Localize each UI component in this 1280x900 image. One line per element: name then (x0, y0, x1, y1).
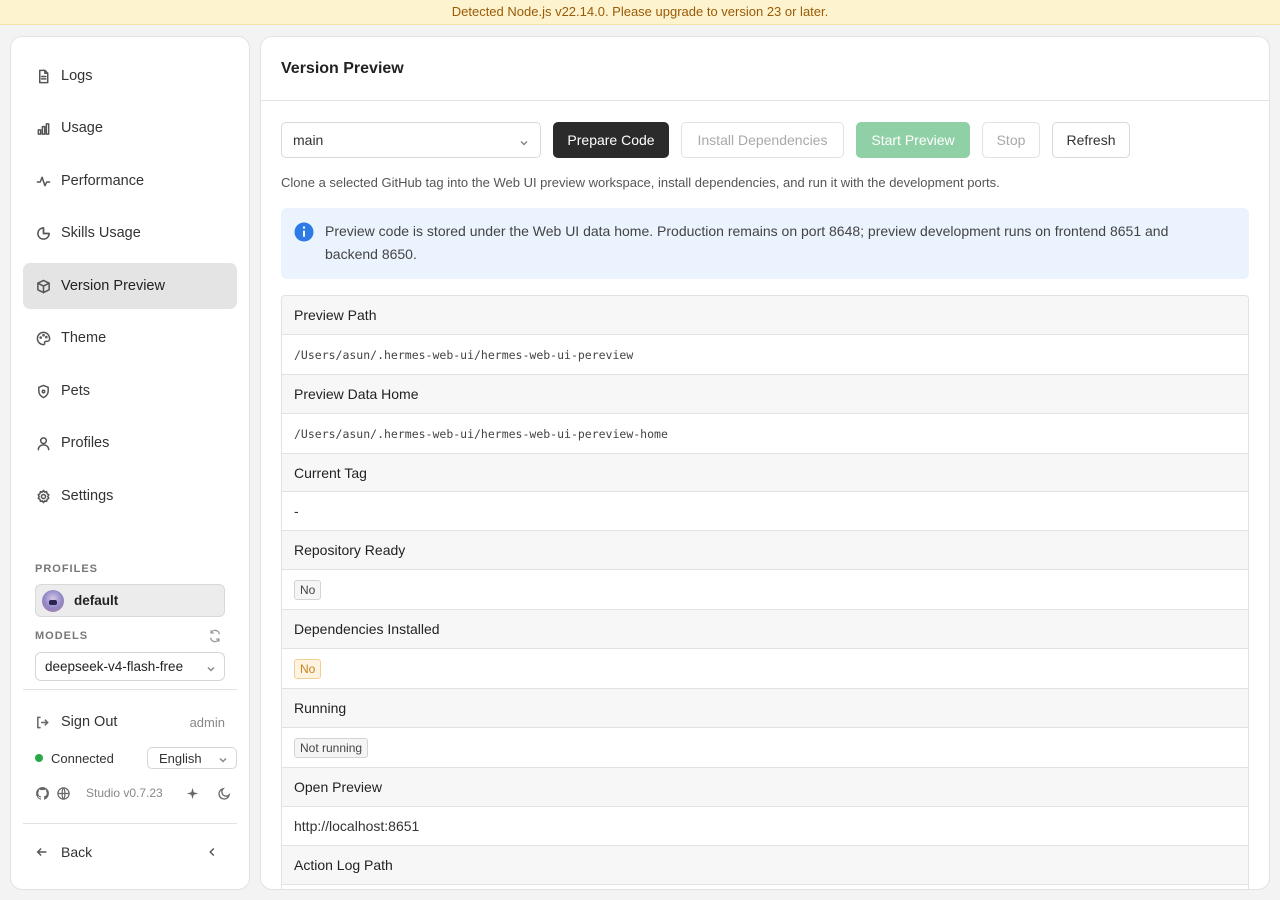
bar-chart-icon (35, 120, 51, 136)
package-icon (35, 278, 51, 294)
tag-select[interactable]: main (281, 122, 541, 158)
status-dot (35, 754, 43, 762)
tag-select-value: main (293, 132, 324, 148)
refresh-button[interactable]: Refresh (1052, 122, 1130, 158)
sidebar-divider (23, 689, 237, 690)
stop-button[interactable]: Stop (982, 122, 1040, 158)
chevron-down-icon (519, 135, 529, 146)
status-badge: No (294, 658, 322, 679)
install-dependencies-button[interactable]: Install Dependencies (681, 122, 844, 158)
file-text-icon (35, 68, 51, 84)
moon-icon[interactable] (217, 786, 232, 801)
connection-status: Connected English (35, 747, 237, 769)
table-row-value: No (282, 570, 1248, 610)
globe-icon[interactable] (56, 786, 71, 801)
chevron-down-icon (206, 662, 216, 672)
preview-details-table: Preview Path /Users/asun/.hermes-web-ui/… (281, 295, 1249, 889)
main-panel: Version Preview main Prepare Code Instal… (260, 36, 1270, 890)
back-button[interactable]: Back (35, 841, 231, 863)
pie-chart-icon (35, 225, 51, 241)
sidebar-item-theme[interactable]: Theme (23, 315, 237, 361)
sidebar-item-label: Usage (61, 120, 103, 136)
profiles-section-label: PROFILES (35, 563, 99, 575)
page-header: Version Preview (261, 37, 1269, 101)
collapse-sidebar-icon[interactable] (205, 845, 219, 859)
table-row-label: Dependencies Installed (282, 610, 1248, 649)
table-row-label: Current Tag (282, 454, 1248, 492)
models-section-label: MODELS (35, 630, 89, 642)
activity-icon (35, 173, 51, 189)
language-select[interactable]: English (147, 747, 237, 769)
sparkle-icon[interactable] (185, 786, 200, 801)
arrow-left-icon (36, 848, 47, 856)
table-row-value: - (282, 492, 1248, 531)
prepare-code-button[interactable]: Prepare Code (553, 122, 669, 158)
table-row-value: /Users/asun/.hermes-web-ui/hermes-web-ui… (282, 335, 1248, 375)
github-icon[interactable] (35, 786, 50, 801)
current-tag-value: - (294, 503, 299, 519)
table-row-value: No (282, 649, 1248, 689)
sidebar-item-label: Version Preview (61, 278, 165, 294)
table-row-label: Action Log Path (282, 846, 1248, 885)
sidebar-item-label: Performance (61, 173, 145, 189)
table-row-label: Preview Data Home (282, 375, 1248, 414)
table-row-value: http://localhost:8651 (282, 807, 1248, 846)
node-version-banner: Detected Node.js v22.14.0. Please upgrad… (0, 0, 1280, 25)
data-home-value: /Users/asun/.hermes-web-ui/hermes-web-ui… (294, 426, 668, 441)
sidebar-item-label: Profiles (61, 435, 110, 451)
sidebar-item-logs[interactable]: Logs (23, 53, 237, 99)
preview-toolbar: main Prepare Code Install Dependencies S… (281, 122, 1251, 158)
chevron-down-icon (218, 753, 228, 763)
table-row-label: Preview Path (282, 296, 1248, 335)
gear-icon (35, 488, 51, 504)
info-alert: Preview code is stored under the Web UI … (281, 208, 1249, 279)
open-preview-link[interactable]: http://localhost:8651 (294, 818, 419, 834)
sidebar: Logs Usage Performance Skills Usage Vers… (10, 36, 250, 890)
palette-icon (35, 330, 51, 346)
back-label: Back (61, 844, 93, 860)
user-icon (35, 435, 51, 451)
start-preview-button[interactable]: Start Preview (856, 122, 970, 158)
info-icon (294, 222, 314, 242)
sidebar-divider (23, 823, 237, 824)
table-row-value: /Users/asun/.hermes-web-ui/hermes-web-ui… (282, 414, 1248, 454)
sidebar-item-profiles[interactable]: Profiles (23, 420, 237, 466)
table-row-label: Running (282, 689, 1248, 728)
sign-out-label: Sign Out (61, 714, 118, 730)
model-select[interactable]: deepseek-v4-flash-free (35, 652, 225, 681)
status-badge: No (294, 579, 322, 600)
app-version: Studio v0.7.23 (86, 786, 163, 800)
preview-path-value: /Users/asun/.hermes-web-ui/hermes-web-ui… (294, 347, 634, 362)
status-badge: Not running (294, 737, 369, 758)
profile-name: default (74, 593, 119, 608)
sidebar-item-label: Theme (61, 330, 107, 346)
model-select-value: deepseek-v4-flash-free (45, 659, 184, 674)
current-user: admin (189, 714, 225, 730)
sign-out-button[interactable]: Sign Out admin (35, 711, 225, 733)
language-value: English (159, 750, 202, 766)
sidebar-item-skills-usage[interactable]: Skills Usage (23, 210, 237, 256)
status-text: Connected (51, 750, 114, 766)
shield-icon (35, 383, 51, 399)
info-text: Preview code is stored under the Web UI … (325, 223, 1169, 262)
sidebar-footer: Studio v0.7.23 (35, 784, 237, 802)
profile-selector[interactable]: default (35, 584, 225, 617)
table-row-label: Repository Ready (282, 531, 1248, 570)
sidebar-item-usage[interactable]: Usage (23, 105, 237, 151)
page-title: Version Preview (281, 59, 404, 77)
sign-out-icon (37, 716, 49, 728)
sidebar-item-pets[interactable]: Pets (23, 368, 237, 414)
sidebar-item-settings[interactable]: Settings (23, 473, 237, 519)
avatar (42, 589, 64, 612)
sidebar-item-label: Pets (61, 383, 91, 399)
page-description: Clone a selected GitHub tag into the Web… (281, 175, 1000, 190)
refresh-models-icon[interactable] (208, 629, 222, 643)
table-row-label: Open Preview (282, 768, 1248, 807)
sidebar-item-label: Settings (61, 488, 114, 504)
table-row-value: Not running (282, 728, 1248, 768)
sidebar-item-label: Logs (61, 68, 93, 84)
sidebar-item-label: Skills Usage (61, 225, 141, 241)
sidebar-item-version-preview[interactable]: Version Preview (23, 263, 237, 309)
sidebar-item-performance[interactable]: Performance (23, 158, 237, 204)
